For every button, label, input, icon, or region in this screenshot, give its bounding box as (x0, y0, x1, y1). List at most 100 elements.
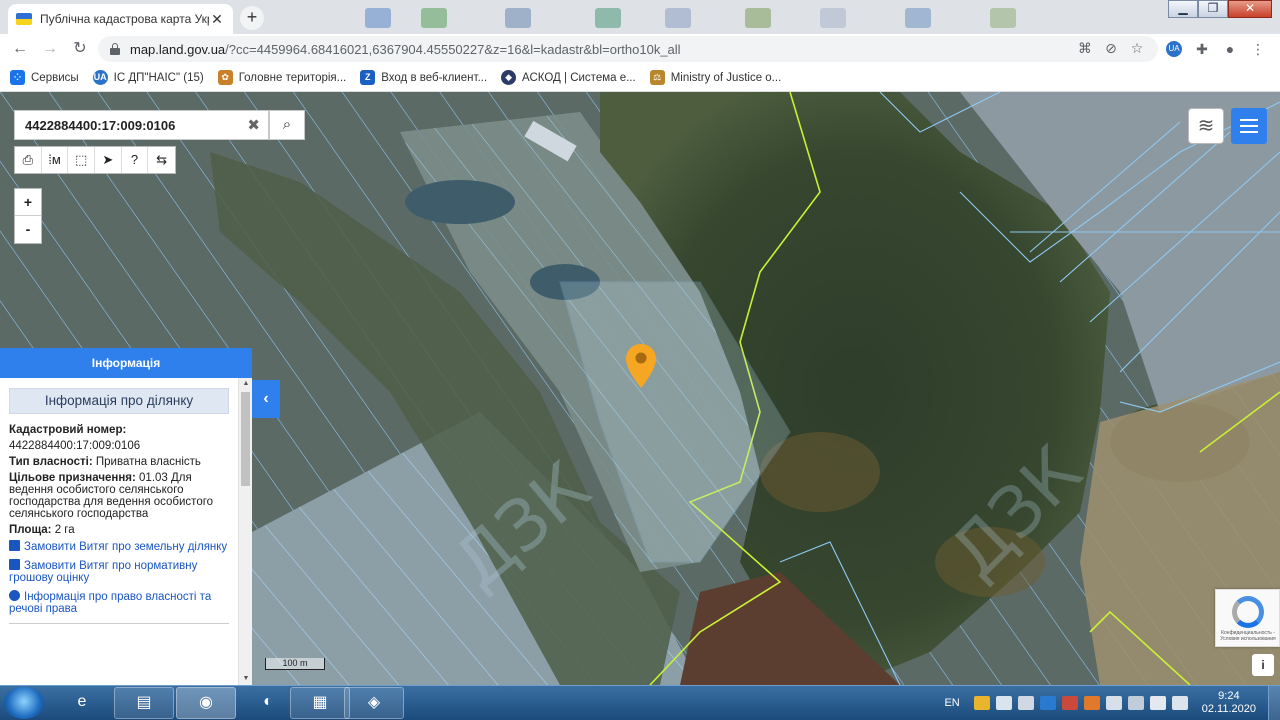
chrome-tray-icon[interactable] (973, 696, 990, 710)
ownership-rights-link[interactable]: Інформація про право власності та речові… (9, 590, 229, 615)
tab-bar: Публічна кадастрова карта Укр ✕ + ▁ ❐ ✕ (0, 0, 1280, 34)
eye-off-icon[interactable]: ⊘ (1098, 40, 1124, 57)
maximize-button[interactable]: ❐ (1198, 0, 1228, 18)
bookmark-web-client[interactable]: Z Вход в веб-клиент... (360, 70, 487, 85)
clear-icon[interactable]: ✖ (247, 116, 260, 134)
area-row: Площа: 2 га (9, 524, 75, 536)
display-tray-icon[interactable] (1171, 696, 1188, 710)
apps-icon: ⁘ (10, 70, 25, 85)
nais-extension-icon[interactable]: UA (1166, 41, 1182, 57)
ie-icon[interactable]: e (52, 687, 112, 719)
collapse-panel-button[interactable]: ‹ (252, 380, 280, 418)
map-toolbar: ⎙ ⁞м ⬚ ➤ ? ⇆ (14, 146, 176, 174)
layers-button[interactable]: ≋ (1188, 108, 1224, 144)
search-input[interactable] (25, 117, 245, 133)
tab-close-icon[interactable]: ✕ (209, 11, 225, 28)
system-tray: EN 9:24 02.11.2020 (944, 686, 1280, 720)
menu-dots-icon[interactable]: ⋮ (1244, 38, 1272, 60)
tab-title: Публічна кадастрова карта Укр (40, 12, 209, 26)
window-controls: ▁ ❐ ✕ (1168, 0, 1272, 18)
reload-icon[interactable]: ↻ (68, 38, 92, 60)
settings-icon[interactable]: ⇆ (148, 147, 175, 173)
select-icon[interactable]: ➤ (95, 147, 122, 173)
cadastral-label: Кадастровий номер: (9, 424, 127, 436)
clipboard-icon[interactable]: ▦ (290, 687, 350, 719)
bookmark-askod[interactable]: ◆ АСКОД | Система е... (501, 70, 636, 85)
panel-scrollbar[interactable]: ▲ ▼ (238, 378, 252, 685)
app-tray-icon[interactable] (1061, 696, 1078, 710)
bookmark-services[interactable]: ⁘ Сервисы (10, 70, 79, 85)
url-field[interactable]: map.land.gov.ua/?cc=4459964.68416021,636… (98, 36, 1158, 62)
omnibox-actions: ⌘ ⊘ ☆ (1072, 40, 1150, 57)
purpose-row: Цільове призначення: 01.03 Для ведення о… (9, 472, 214, 520)
forward-icon[interactable]: → (38, 38, 62, 60)
z-icon: Z (360, 70, 376, 85)
document-icon (9, 540, 20, 551)
askod-app-icon[interactable]: ◈ (344, 687, 404, 719)
divider (9, 623, 229, 624)
scroll-down-icon[interactable]: ▼ (239, 673, 253, 685)
info-panel: Інформація Інформація про ділянку Кадаст… (0, 348, 252, 685)
lock-icon (110, 43, 120, 55)
ownership-row: Тип власності: Приватна власність (9, 456, 201, 468)
background-tabs (365, 8, 1045, 28)
document-icon (9, 559, 20, 570)
app2-tray-icon[interactable] (1083, 696, 1100, 710)
cadastral-value: 4422884400:17:009:0106 (9, 440, 141, 452)
language-indicator[interactable]: EN (944, 697, 959, 709)
scroll-thumb[interactable] (241, 392, 250, 486)
panel-content: Інформація про ділянку Кадастровий номер… (0, 378, 238, 685)
star-icon[interactable]: ☆ (1124, 40, 1150, 57)
address-bar: ← → ↻ map.land.gov.ua/?cc=4459964.684160… (0, 34, 1280, 64)
bookmark-nais[interactable]: UA ІС ДП"НАІС" (15) (92, 70, 204, 85)
panel-title: Інформація (0, 348, 252, 378)
menu-button[interactable] (1231, 108, 1267, 144)
bookmark-ministry-justice[interactable]: ⚖ Ministry of Justice o... (649, 70, 781, 85)
explorer-icon[interactable]: ▤ (114, 687, 174, 719)
close-window-button[interactable]: ✕ (1228, 0, 1272, 18)
print-icon[interactable]: ⎙ (15, 147, 42, 173)
clock-time: 9:24 (1218, 690, 1240, 702)
start-button[interactable] (4, 687, 44, 719)
clock-date: 02.11.2020 (1201, 703, 1256, 715)
tab-active[interactable]: Публічна кадастрова карта Укр ✕ (8, 4, 233, 34)
search-icon: ⌕ (282, 116, 292, 133)
order-valuation-link[interactable]: Замовити Витяг про нормативну грошову оц… (9, 559, 229, 584)
profile-icon[interactable]: ● (1216, 38, 1244, 60)
minimize-button[interactable]: ▁ (1168, 0, 1198, 18)
translate-icon[interactable]: ⌘ (1072, 40, 1098, 57)
show-desktop-button[interactable] (1268, 686, 1280, 720)
puzzle-icon[interactable]: ✚ (1188, 38, 1216, 60)
volume-icon[interactable] (995, 696, 1012, 710)
edge-icon[interactable]: ◐ (238, 687, 298, 719)
location-pin-icon[interactable] (624, 342, 658, 390)
zoom-out-button[interactable]: - (15, 216, 41, 243)
order-extract-link[interactable]: Замовити Витяг про земельну ділянку (9, 540, 229, 553)
chrome-icon[interactable]: ◉ (176, 687, 236, 719)
search-button[interactable]: ⌕ (269, 110, 305, 140)
identify-icon[interactable]: ? (122, 147, 149, 173)
zoom-in-button[interactable]: + (15, 189, 41, 216)
back-icon[interactable]: ← (8, 38, 32, 60)
map-info-button[interactable]: i (1252, 654, 1274, 676)
recaptcha-badge[interactable]: Конфиденциальность - Условия использован… (1215, 589, 1280, 647)
scroll-up-icon[interactable]: ▲ (239, 378, 253, 390)
clock[interactable]: 9:24 02.11.2020 (1202, 690, 1256, 716)
measure-area-icon[interactable]: ⬚ (68, 147, 96, 173)
pdf-tray-icon[interactable] (1105, 696, 1122, 710)
recaptcha-icon (1232, 596, 1264, 628)
bookmark-main-territorial[interactable]: ✿ Головне територія... (217, 70, 346, 85)
extensions: UA ✚ ● ⋮ (1160, 38, 1272, 60)
layers-icon: ≋ (1197, 115, 1215, 137)
measure-line-icon[interactable]: ⁞м (42, 147, 69, 173)
bookmarks-bar: ⁘ Сервисы UA ІС ДП"НАІС" (15) ✿ Головне … (0, 64, 1280, 92)
network-icon[interactable] (1017, 696, 1034, 710)
askod-icon: ◆ (501, 70, 517, 85)
new-tab-button[interactable]: + (240, 6, 264, 30)
scale-bar: 100 m (265, 658, 325, 670)
cadastral-map[interactable]: ДЗК ДЗК ✖ ⌕ ⎙ ⁞м ⬚ ➤ ? ⇆ + - ≋ Інформаці… (0, 92, 1280, 685)
security-tray-icon[interactable] (1039, 696, 1056, 710)
scales-icon: ⚖ (649, 70, 665, 85)
usb-tray-icon[interactable] (1127, 696, 1144, 710)
flag-tray-icon[interactable] (1149, 696, 1166, 710)
